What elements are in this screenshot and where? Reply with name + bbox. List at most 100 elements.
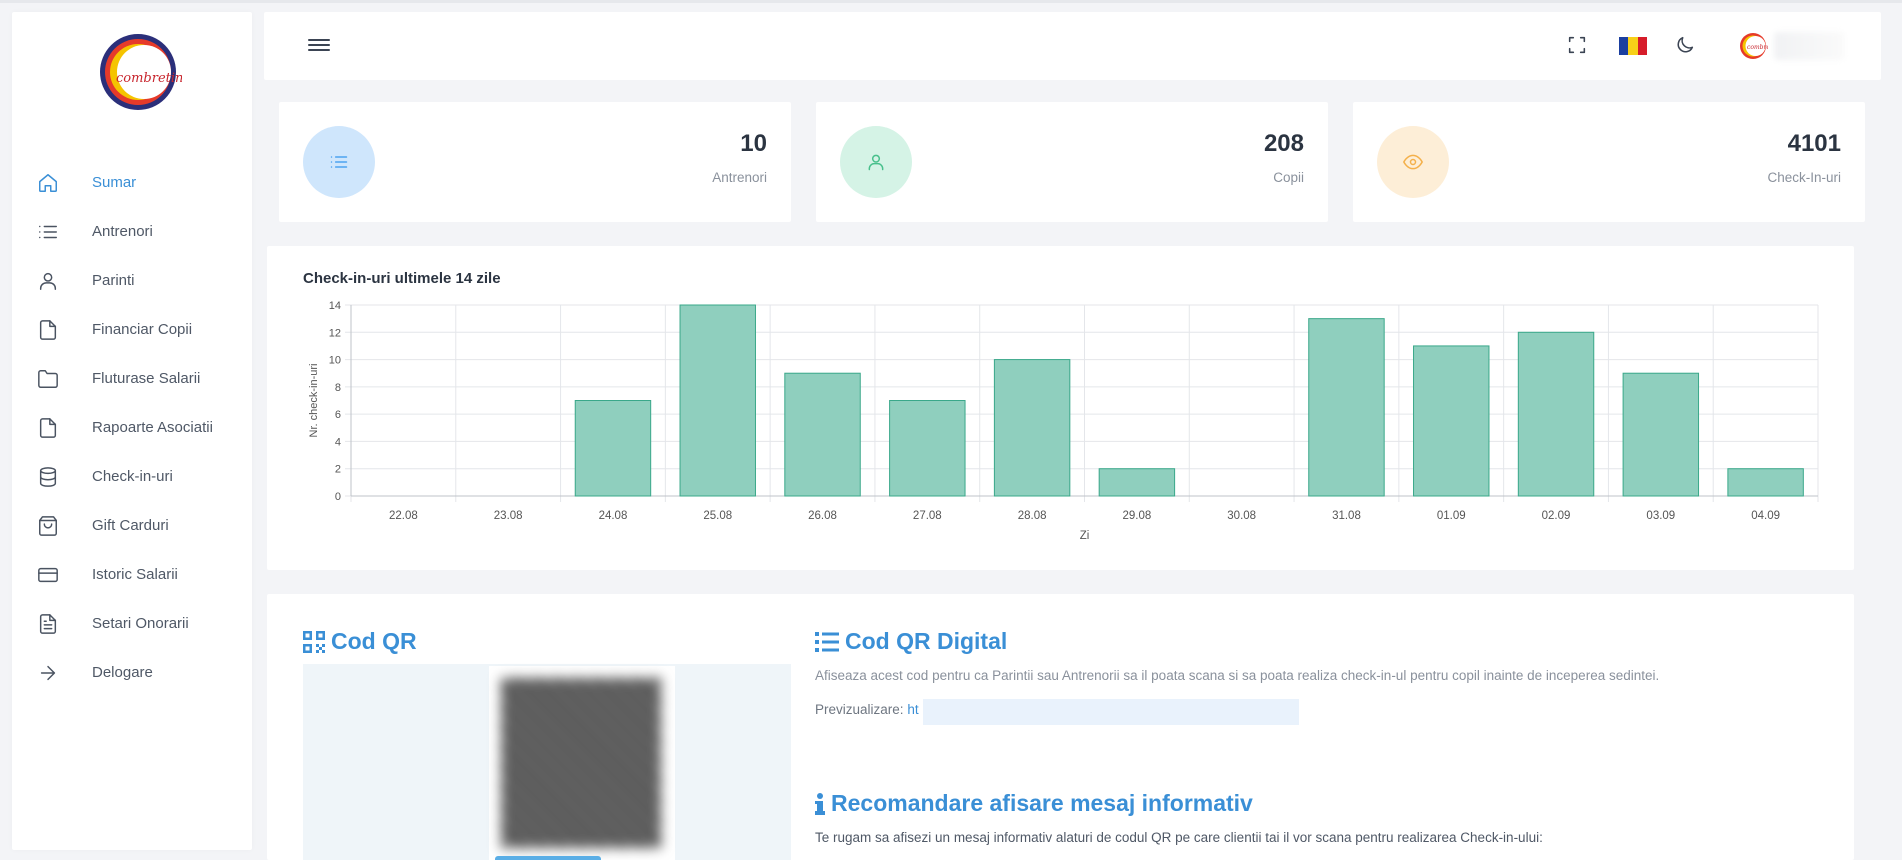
stat-icon-circle xyxy=(840,126,912,198)
preview-link-redacted[interactable] xyxy=(923,699,1299,725)
stat-label: Antrenori xyxy=(712,170,767,185)
y-tick-label: 2 xyxy=(335,464,341,476)
bar-03.09 xyxy=(1622,372,1700,497)
arrow-right-icon xyxy=(36,661,60,685)
folder-icon xyxy=(36,367,60,391)
x-tick-label: 29.08 xyxy=(1123,510,1152,522)
sidebar-item-label: Antrenori xyxy=(92,223,153,240)
x-tick-label: 02.09 xyxy=(1542,510,1571,522)
sidebar-item-fluturase-salarii[interactable]: Fluturase Salarii xyxy=(12,354,252,403)
stat-label: Copii xyxy=(1273,170,1304,185)
stat-icon-circle xyxy=(1377,126,1449,198)
sidebar-item-financiar-copii[interactable]: Financiar Copii xyxy=(12,305,252,354)
avatar[interactable]: combretina xyxy=(1738,31,1782,61)
x-tick-label: 25.08 xyxy=(703,510,732,522)
stat-value: 10 xyxy=(740,130,767,157)
y-tick-label: 6 xyxy=(335,409,341,421)
sidebar-item-parinti[interactable]: Parinti xyxy=(12,256,252,305)
info-desc: Te rugam sa afisezi un mesaj informativ … xyxy=(815,830,1543,845)
stat-card-check-in-uri: 4101 Check-In-uri xyxy=(1353,102,1865,222)
username-redacted[interactable] xyxy=(1774,32,1844,60)
sidebar-item-label: Sumar xyxy=(92,174,137,191)
x-tick-label: 01.09 xyxy=(1437,510,1466,522)
y-tick-label: 10 xyxy=(329,355,341,367)
bar-01.09 xyxy=(1413,345,1490,497)
y-tick-label: 0 xyxy=(335,491,341,503)
y-tick-label: 4 xyxy=(335,436,341,448)
bar-31.08 xyxy=(1308,318,1385,497)
moon-icon[interactable] xyxy=(1674,34,1698,58)
sidebar-item-label: Rapoarte Asociatii xyxy=(92,419,213,436)
y-axis-title: Nr. check-in-uri xyxy=(308,364,320,438)
list-icon xyxy=(330,156,348,168)
y-tick-label: 12 xyxy=(329,327,341,339)
qr-digital-desc: Afiseaza acest cod pentru ca Parintii sa… xyxy=(815,668,1660,683)
stat-card-copii: 208 Copii xyxy=(816,102,1328,222)
sidebar-item-label: Istoric Salarii xyxy=(92,566,178,583)
x-tick-label: 04.09 xyxy=(1751,510,1780,522)
info-title-text: Recomandare afisare mesaj informativ xyxy=(831,790,1253,816)
credit-card-icon xyxy=(36,563,60,587)
romania-flag-icon[interactable] xyxy=(1619,37,1647,55)
eye-icon xyxy=(1403,154,1423,170)
file-text-icon xyxy=(36,612,60,636)
x-tick-label: 24.08 xyxy=(599,510,628,522)
stat-value: 4101 xyxy=(1787,130,1841,157)
qr-title: Cod QR xyxy=(303,628,417,655)
fullscreen-icon[interactable] xyxy=(1566,34,1590,58)
svg-text:combretina: combretina xyxy=(116,71,182,86)
brand-logo[interactable]: combretina xyxy=(94,26,191,118)
info-title: Recomandare afisare mesaj informativ xyxy=(815,790,1253,817)
bar-29.08 xyxy=(1098,468,1176,497)
bar-25.08 xyxy=(679,304,756,497)
svg-text:combretina: combretina xyxy=(1747,44,1768,51)
sidebar-item-label: Check-in-uri xyxy=(92,468,173,485)
x-tick-label: 03.09 xyxy=(1646,510,1675,522)
preview-label: Previzualizare: xyxy=(815,702,904,717)
bar-28.08 xyxy=(993,359,1071,497)
sidebar-item-rapoarte-asociatii[interactable]: Rapoarte Asociatii xyxy=(12,403,252,452)
file-icon xyxy=(36,318,60,342)
database-icon xyxy=(36,465,60,489)
sidebar-item-istoric-salarii[interactable]: Istoric Salarii xyxy=(12,550,252,599)
user-icon xyxy=(868,154,884,171)
y-tick-label: 8 xyxy=(335,382,341,394)
list-icon xyxy=(815,631,839,652)
sidebar-item-label: Gift Carduri xyxy=(92,517,169,534)
info-icon xyxy=(815,792,825,815)
x-tick-label: 26.08 xyxy=(808,510,837,522)
stat-label: Check-In-uri xyxy=(1767,170,1841,185)
checkins-chart-card: Check-in-uri ultimele 14 zile 0 2 4 6 8 10 12 1… xyxy=(267,246,1854,570)
x-tick-label: 23.08 xyxy=(494,510,523,522)
bar-27.08 xyxy=(889,400,966,497)
file-icon xyxy=(36,416,60,440)
home-icon xyxy=(36,171,60,195)
sidebar-item-gift-carduri[interactable]: Gift Carduri xyxy=(12,501,252,550)
bar-02.09 xyxy=(1517,331,1595,497)
x-axis-title: Zi xyxy=(1080,530,1090,542)
qr-code-image xyxy=(489,666,675,860)
qr-download-button[interactable] xyxy=(495,856,601,860)
sidebar-item-sumar[interactable]: Sumar xyxy=(12,158,252,207)
qr-title-text: Cod QR xyxy=(331,628,417,654)
user-icon xyxy=(36,269,60,293)
list-icon xyxy=(36,220,60,244)
sidebar-item-label: Parinti xyxy=(92,272,135,289)
preview-link[interactable]: ht xyxy=(907,702,918,717)
hamburger-icon[interactable] xyxy=(308,36,330,56)
sidebar-item-antrenori[interactable]: Antrenori xyxy=(12,207,252,256)
stat-card-antrenori: 10 Antrenori xyxy=(279,102,791,222)
top-border xyxy=(0,0,1902,3)
x-tick-label: 22.08 xyxy=(389,510,418,522)
preview-row: Previzualizare: ht xyxy=(815,702,919,717)
y-tick-label: 14 xyxy=(329,300,341,312)
qr-digital-title-text: Cod QR Digital xyxy=(845,628,1008,654)
sidebar-item-setari-onorarii[interactable]: Setari Onorarii xyxy=(12,599,252,648)
shopping-bag-icon xyxy=(36,514,60,538)
stat-icon-circle xyxy=(303,126,375,198)
sidebar-item-check-in-uri[interactable]: Check-in-uri xyxy=(12,452,252,501)
x-tick-label: 28.08 xyxy=(1018,510,1047,522)
sidebar-item-label: Delogare xyxy=(92,664,153,681)
qrcode-icon xyxy=(303,630,325,653)
sidebar-item-delogare[interactable]: Delogare xyxy=(12,648,252,697)
